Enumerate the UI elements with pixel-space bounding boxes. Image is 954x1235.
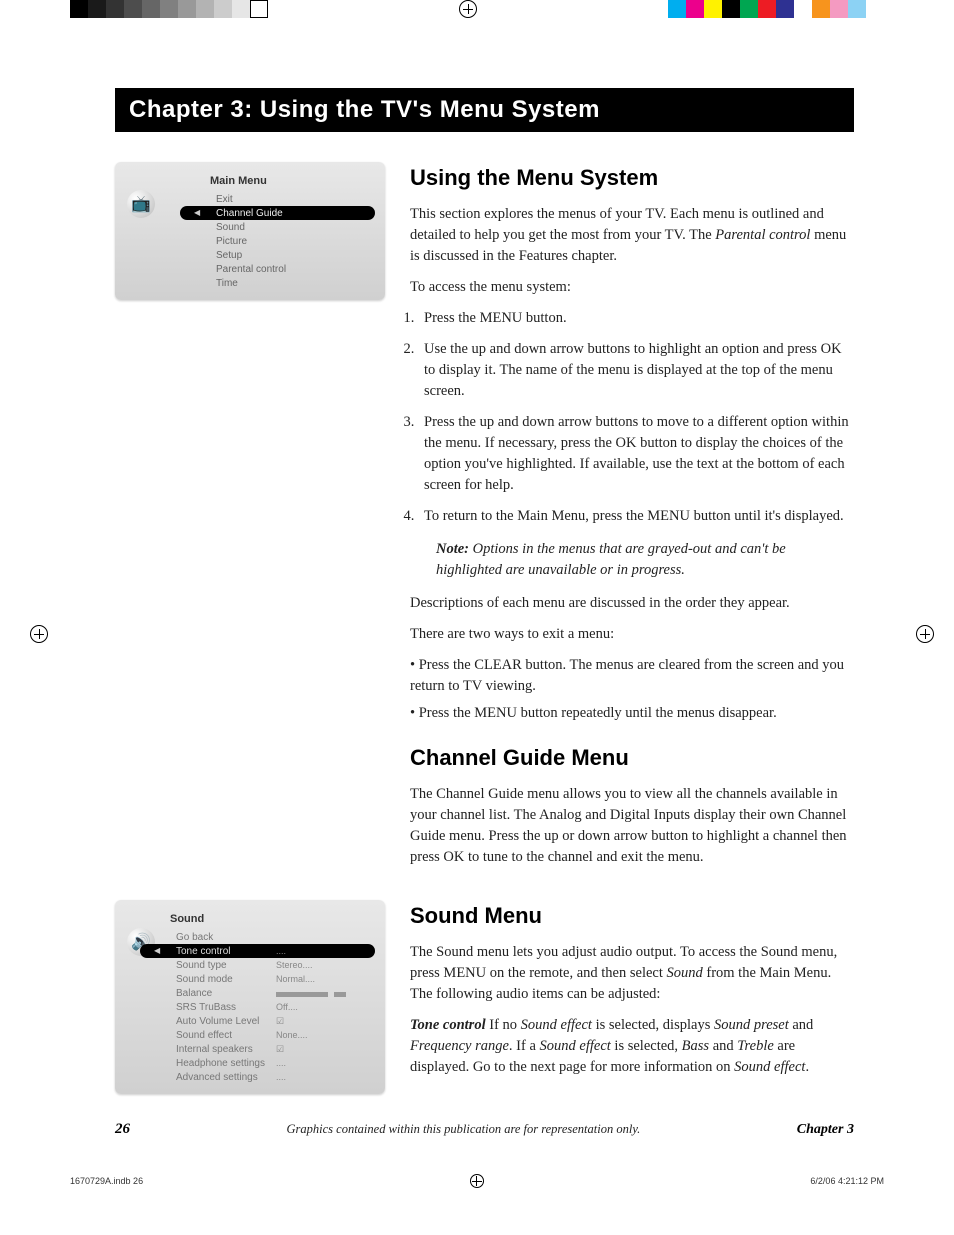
menu-row-label: Tone control xyxy=(176,946,276,957)
sound-menu-title: Sound xyxy=(125,910,375,930)
menu-row-value xyxy=(276,988,346,999)
menu-row-value: Stereo.... xyxy=(276,960,313,971)
tv-icon: 📺 xyxy=(127,190,155,218)
registration-mark-icon xyxy=(470,1174,484,1188)
main-menu-title: Main Menu xyxy=(125,172,375,192)
menu-row-value: None.... xyxy=(276,1030,308,1041)
note-block: Note: Options in the menus that are gray… xyxy=(436,539,854,581)
color-swatch xyxy=(848,0,866,18)
registration-mark-icon xyxy=(459,0,477,18)
menu-row-label: Internal speakers xyxy=(176,1044,276,1055)
page-footer: 26 Graphics contained within this public… xyxy=(115,1121,854,1138)
exit-bullet-2: • Press the MENU button repeatedly until… xyxy=(410,703,854,724)
color-swatch xyxy=(250,0,268,18)
menu-row: Auto Volume Level☑ xyxy=(170,1014,375,1028)
menu-item: Setup xyxy=(210,248,375,262)
menu-row-label: Sound effect xyxy=(176,1030,276,1041)
menu-row-value: Normal.... xyxy=(276,974,315,985)
exit-intro: There are two ways to exit a menu: xyxy=(410,624,854,645)
menu-row-value: ☑ xyxy=(276,1016,284,1027)
exit-bullet-1: • Press the CLEAR button. The menus are … xyxy=(410,655,854,697)
menu-item: Channel Guide xyxy=(180,206,375,220)
menu-row: SRS TruBassOff.... xyxy=(170,1000,375,1014)
menu-item: Picture xyxy=(210,234,375,248)
step-item: Press the up and down arrow buttons to m… xyxy=(418,412,854,496)
menu-row: Advanced settings.... xyxy=(170,1070,375,1084)
color-swatch xyxy=(88,0,106,18)
color-swatch xyxy=(178,0,196,18)
color-swatch xyxy=(124,0,142,18)
sound-menu-screenshot: 🔊 Sound Go backTone control....Sound typ… xyxy=(115,900,385,1094)
color-swatch xyxy=(142,0,160,18)
color-swatch xyxy=(812,0,830,18)
color-swatch xyxy=(758,0,776,18)
color-swatch xyxy=(232,0,250,18)
sound-p1: The Sound menu lets you adjust audio out… xyxy=(410,942,854,1005)
menu-row-value: .... xyxy=(276,1058,286,1069)
color-swatch xyxy=(214,0,232,18)
color-swatch xyxy=(668,0,686,18)
menu-row-label: Auto Volume Level xyxy=(176,1016,276,1027)
descriptions-line: Descriptions of each menu are discussed … xyxy=(410,593,854,614)
menu-row: Headphone settings.... xyxy=(170,1056,375,1070)
menu-item: Exit xyxy=(210,192,375,206)
menu-row: Internal speakers☑ xyxy=(170,1042,375,1056)
page-content: Chapter 3: Using the TV's Menu System 📺 … xyxy=(0,18,954,1198)
print-metadata: 1670729A.indb 26 6/2/06 4:21:12 PM xyxy=(70,1174,884,1188)
print-color-bars xyxy=(0,0,954,18)
menu-row: Go back xyxy=(170,930,375,944)
menu-item: Parental control xyxy=(210,262,375,276)
menu-row-label: Sound type xyxy=(176,960,276,971)
page-number: 26 xyxy=(115,1121,130,1138)
color-swatch xyxy=(794,0,812,18)
section-heading-using: Using the Menu System xyxy=(410,162,854,194)
menu-row: Sound modeNormal.... xyxy=(170,972,375,986)
access-line: To access the menu system: xyxy=(410,277,854,298)
menu-row-value: .... xyxy=(276,946,286,957)
footer-disclaimer: Graphics contained within this publicati… xyxy=(287,1122,641,1137)
chapter-banner: Chapter 3: Using the TV's Menu System xyxy=(115,88,854,132)
color-swatch xyxy=(740,0,758,18)
menu-row-label: Advanced settings xyxy=(176,1072,276,1083)
print-timestamp: 6/2/06 4:21:12 PM xyxy=(810,1176,884,1186)
menu-row-label: Sound mode xyxy=(176,974,276,985)
main-menu-screenshot: 📺 Main Menu ExitChannel GuideSoundPictur… xyxy=(115,162,385,300)
menu-row-value: ☑ xyxy=(276,1044,284,1055)
menu-row: Sound typeStereo.... xyxy=(170,958,375,972)
menu-row-value: .... xyxy=(276,1072,286,1083)
step-item: Press the MENU button. xyxy=(418,308,854,329)
menu-item: Sound xyxy=(210,220,375,234)
color-swatch xyxy=(704,0,722,18)
step-item: Use the up and down arrow buttons to hig… xyxy=(418,339,854,402)
step-item: To return to the Main Menu, press the ME… xyxy=(418,506,854,527)
color-swatch xyxy=(686,0,704,18)
footer-chapter: Chapter 3 xyxy=(797,1122,854,1138)
menu-row-value: Off.... xyxy=(276,1002,298,1013)
steps-list: Press the MENU button. Use the up and dow… xyxy=(418,308,854,527)
tone-control-paragraph: Tone control If no Sound effect is selec… xyxy=(410,1015,854,1078)
menu-row: Balance xyxy=(170,986,375,1000)
color-swatch xyxy=(70,0,88,18)
channel-body: The Channel Guide menu allows you to vie… xyxy=(410,784,854,868)
color-swatch xyxy=(866,0,884,18)
color-swatch xyxy=(830,0,848,18)
color-swatch xyxy=(196,0,214,18)
intro-paragraph: This section explores the menus of your … xyxy=(410,204,854,267)
section-heading-sound: Sound Menu xyxy=(410,900,854,932)
menu-row-label: Balance xyxy=(176,988,276,999)
print-file: 1670729A.indb 26 xyxy=(70,1176,143,1186)
color-swatch xyxy=(160,0,178,18)
menu-row-label: Headphone settings xyxy=(176,1058,276,1069)
menu-row: Sound effectNone.... xyxy=(170,1028,375,1042)
color-swatch xyxy=(722,0,740,18)
menu-row: Tone control.... xyxy=(140,944,375,958)
menu-row-label: SRS TruBass xyxy=(176,1002,276,1013)
menu-item: Time xyxy=(210,276,375,290)
section-heading-channel: Channel Guide Menu xyxy=(410,742,854,774)
color-swatch xyxy=(106,0,124,18)
color-swatch xyxy=(776,0,794,18)
menu-row-label: Go back xyxy=(176,932,276,943)
